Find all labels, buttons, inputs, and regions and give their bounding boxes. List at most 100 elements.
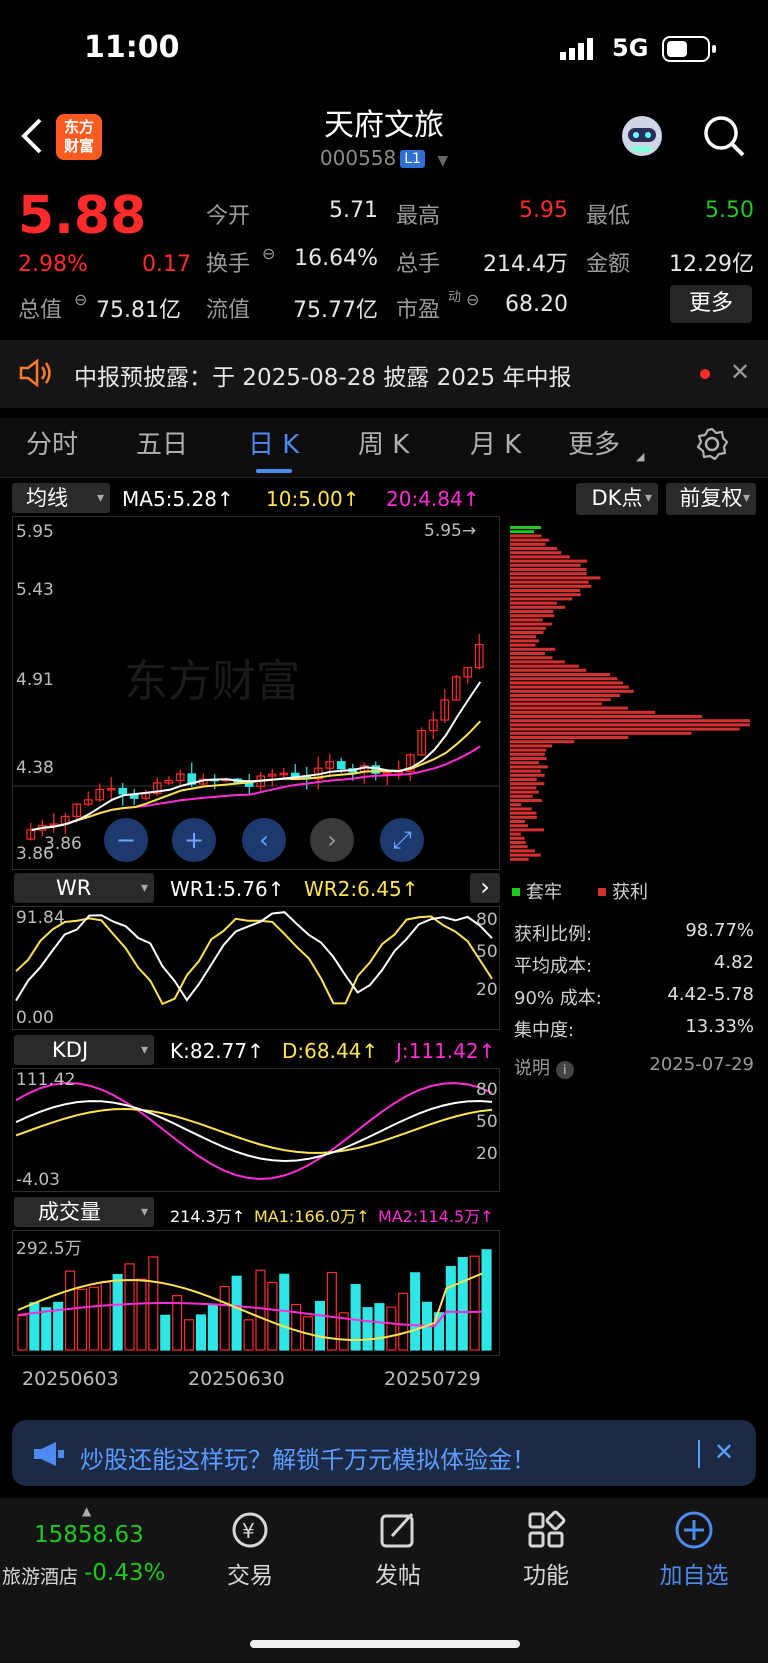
- info-icon[interactable]: ⊖: [74, 290, 87, 309]
- zoom-in-icon[interactable]: +: [172, 818, 216, 862]
- volume-top: 292.5万: [16, 1239, 82, 1259]
- volume-bar: [398, 1292, 409, 1351]
- float-label: 流值: [206, 298, 251, 323]
- volume-bar: [445, 1266, 456, 1351]
- chip-bar: [510, 719, 750, 723]
- nav-post[interactable]: 发帖: [338, 1556, 458, 1590]
- low-value: 5.50: [705, 198, 754, 223]
- volume-label: 总手: [396, 252, 441, 277]
- chip-bar: [510, 828, 544, 832]
- chip-bar: [510, 589, 581, 592]
- index-name[interactable]: 旅游酒店: [2, 1562, 78, 1589]
- volume-bar: [160, 1314, 171, 1351]
- robot-assistant-icon[interactable]: [618, 112, 666, 164]
- settings-gear-icon[interactable]: [694, 426, 730, 466]
- kdj-selector[interactable]: KDJ: [14, 1035, 154, 1065]
- y-label-2: 5.43: [16, 580, 54, 600]
- tab-intraday[interactable]: 分时: [26, 424, 78, 461]
- chip-bar: [510, 698, 611, 702]
- tab-monthly-k[interactable]: 月 K: [470, 424, 521, 461]
- volume-bar: [195, 1314, 206, 1351]
- edit-icon[interactable]: [338, 1510, 458, 1559]
- chip-bar: [510, 580, 589, 584]
- nav-trade[interactable]: 交易: [190, 1556, 310, 1590]
- grid-icon[interactable]: [486, 1510, 606, 1559]
- chip-bar: [510, 605, 566, 609]
- wr-chart[interactable]: [12, 906, 500, 1030]
- tab-more[interactable]: 更多: [568, 424, 620, 461]
- chip-bar: [510, 736, 629, 739]
- chip-bar: [510, 723, 750, 727]
- chip-bar: [510, 757, 547, 760]
- chip-bar: [510, 647, 556, 651]
- volume-bar: [255, 1269, 266, 1351]
- chevron-right-icon[interactable]: ›: [310, 818, 354, 862]
- kdj-chart[interactable]: [12, 1068, 500, 1192]
- volume-selector[interactable]: 成交量: [14, 1197, 154, 1227]
- chip-bar: [510, 799, 543, 802]
- change-value: 0.17: [142, 252, 191, 277]
- chip-bar: [510, 744, 553, 748]
- kdj-bottom: -4.03: [16, 1170, 60, 1190]
- volume-bar: [88, 1286, 99, 1351]
- divider: [698, 1440, 700, 1468]
- chip-bar: [510, 824, 528, 828]
- volume-readout: 214.3万↑: [170, 1207, 246, 1226]
- info-icon[interactable]: ⊖: [466, 290, 479, 309]
- fullscreen-icon[interactable]: ⤢: [380, 818, 424, 862]
- adjust-button[interactable]: 前复权: [666, 483, 756, 515]
- dk-point-button[interactable]: DK点: [576, 483, 658, 515]
- mktcap-value: 75.81亿: [96, 298, 181, 323]
- kdj-level-50: 50: [476, 1112, 498, 1132]
- promo-text[interactable]: 炒股还能这样玩？解锁千万元模拟体验金！: [80, 1440, 536, 1475]
- chip-bar: [510, 685, 629, 689]
- notice-text[interactable]: 中报预披露：于 2025-08-28 披露 2025 年中报: [74, 358, 571, 392]
- battery-icon: [662, 36, 718, 66]
- chip-bar: [510, 542, 546, 546]
- volume-bar: [112, 1273, 123, 1351]
- chevron-left-icon[interactable]: ‹: [242, 818, 286, 862]
- volume-chart[interactable]: [12, 1230, 500, 1356]
- candlestick-chart[interactable]: 东方财富: [12, 516, 500, 870]
- corner-triangle-icon: ◢: [636, 450, 645, 463]
- tab-five-day[interactable]: 五日: [136, 424, 188, 461]
- ma5-readout: MA5:5.28↑: [122, 487, 234, 511]
- nav-function[interactable]: 功能: [486, 1556, 606, 1590]
- change-pct: 2.98%: [18, 252, 88, 277]
- kdj-level-80: 80: [476, 1080, 498, 1100]
- close-icon[interactable]: ✕: [714, 1438, 734, 1466]
- volume-bar: [207, 1304, 218, 1351]
- y-label-top: 5.95: [16, 522, 54, 542]
- wr-selector[interactable]: WR: [14, 873, 154, 903]
- chevron-right-icon[interactable]: ›: [470, 873, 500, 903]
- date-label-3: 20250729: [384, 1368, 481, 1390]
- chip-note[interactable]: 说明 i: [514, 1054, 574, 1080]
- volume-bar: [100, 1281, 111, 1351]
- index-value[interactable]: 15858.63: [34, 1522, 144, 1548]
- chip-bar: [510, 811, 537, 815]
- nav-add-watchlist[interactable]: 加自选: [634, 1556, 754, 1590]
- more-button[interactable]: 更多: [670, 285, 752, 323]
- chip-bar: [510, 702, 602, 706]
- chip-bar: [510, 530, 535, 534]
- add-circle-icon[interactable]: [634, 1510, 754, 1559]
- info-icon[interactable]: ⊖: [262, 244, 275, 263]
- tab-weekly-k[interactable]: 周 K: [358, 424, 409, 461]
- chip-bar: [510, 664, 580, 668]
- zoom-out-icon[interactable]: −: [104, 818, 148, 862]
- volume-bar: [374, 1303, 385, 1351]
- trade-icon[interactable]: ¥: [190, 1510, 310, 1559]
- pe-label: 市盈: [396, 298, 441, 323]
- mktcap-label: 总值: [18, 298, 63, 323]
- chip-bar: [510, 853, 541, 857]
- tab-daily-k[interactable]: 日 K: [248, 424, 299, 461]
- search-icon[interactable]: [702, 114, 746, 162]
- amount-value: 12.29亿: [669, 252, 754, 277]
- chip-bar: [510, 794, 533, 798]
- volume-bar: [243, 1319, 254, 1351]
- high-label: 最高: [396, 204, 441, 229]
- close-icon[interactable]: ✕: [730, 358, 750, 386]
- ma-selector[interactable]: 均线: [12, 483, 110, 513]
- volume-bar: [41, 1307, 52, 1351]
- index-change[interactable]: -0.43%: [84, 1560, 165, 1586]
